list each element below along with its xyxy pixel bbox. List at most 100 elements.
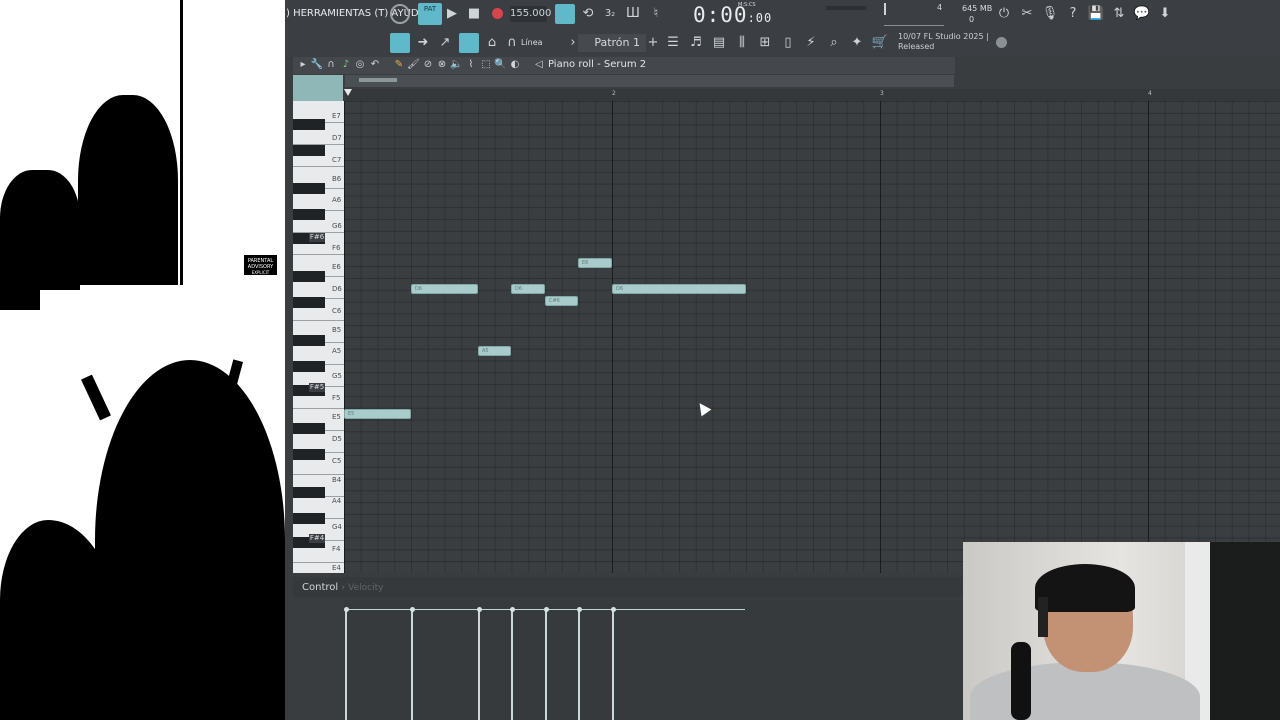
playhead-marker[interactable] bbox=[344, 89, 352, 96]
note-e5[interactable]: E5 bbox=[344, 409, 411, 419]
globe-icon[interactable] bbox=[996, 37, 1007, 48]
stamp-icon[interactable]: ⌂ bbox=[483, 34, 501, 52]
brush-icon[interactable]: 🖌 bbox=[407, 58, 420, 72]
loop-record-icon[interactable]: ⟲ bbox=[579, 5, 597, 23]
black-key[interactable] bbox=[293, 209, 325, 220]
velocity-bar[interactable] bbox=[511, 609, 513, 720]
black-key[interactable] bbox=[293, 423, 325, 434]
cut-icon[interactable]: ✂ bbox=[1018, 5, 1036, 23]
snap-select[interactable]: Línea bbox=[521, 38, 543, 47]
cart-icon[interactable]: 🛒 bbox=[871, 34, 889, 52]
black-key[interactable] bbox=[293, 449, 325, 460]
speaker-icon[interactable]: ◁ bbox=[533, 58, 545, 72]
velocity-bar[interactable] bbox=[545, 609, 547, 720]
view-playlist-icon[interactable] bbox=[390, 33, 410, 53]
note-d6-2[interactable]: D6 bbox=[511, 284, 545, 294]
mute-icon[interactable]: ⊗ bbox=[436, 58, 448, 72]
note-e6[interactable]: E6 bbox=[578, 258, 612, 268]
note-a5[interactable]: A5 bbox=[478, 346, 511, 356]
velocity-handle[interactable] bbox=[510, 607, 515, 612]
album-art: PARENTAL ADVISORY EXPLICIT CONTENT bbox=[0, 0, 285, 720]
target-icon[interactable]: ◎ bbox=[354, 58, 366, 72]
pattern-selector[interactable]: Patrón 1 bbox=[578, 34, 646, 52]
help-icon[interactable]: ? bbox=[1064, 5, 1082, 23]
news-panel[interactable]: 10/07 FL Studio 2025 | Released bbox=[898, 32, 989, 52]
power-icon[interactable]: ⏻ bbox=[995, 5, 1013, 23]
scroll-thumb[interactable] bbox=[359, 78, 397, 82]
typing-keyboard-icon[interactable] bbox=[555, 4, 575, 24]
velocity-handle[interactable] bbox=[344, 607, 349, 612]
mixer-icon[interactable]: ⫼ bbox=[733, 34, 751, 52]
velocity-handle[interactable] bbox=[611, 607, 616, 612]
microphone-icon[interactable]: 🎙 bbox=[1041, 5, 1059, 23]
slide-icon[interactable]: ↗ bbox=[436, 34, 454, 52]
velocity-bar[interactable] bbox=[411, 609, 413, 720]
link-icon[interactable] bbox=[459, 33, 479, 53]
plugin-icon[interactable]: ⚡ bbox=[802, 34, 820, 52]
mute-speaker-icon[interactable]: 🔈 bbox=[450, 58, 462, 72]
playback-icon[interactable]: ◐ bbox=[509, 58, 521, 72]
velocity-panel[interactable] bbox=[344, 600, 963, 720]
magnet-small-icon[interactable]: ∩ bbox=[325, 58, 337, 72]
arrow-icon[interactable]: ➜ bbox=[414, 34, 432, 52]
wrench-icon[interactable]: 🔧 bbox=[310, 58, 324, 72]
chat-icon[interactable]: 💬 bbox=[1133, 5, 1151, 23]
select-icon[interactable]: ⬚ bbox=[480, 58, 492, 72]
menu-arrow-icon[interactable]: ▸ bbox=[298, 58, 308, 72]
black-key[interactable] bbox=[293, 513, 325, 524]
velocity-bar[interactable] bbox=[345, 609, 347, 720]
step-edit-icon[interactable]: 3₂ bbox=[601, 5, 619, 23]
black-key[interactable] bbox=[293, 183, 325, 194]
black-key[interactable] bbox=[293, 297, 325, 308]
velocity-bar[interactable] bbox=[578, 609, 580, 720]
piano-roll-icon[interactable]: ♬ bbox=[687, 34, 705, 52]
record-icon[interactable] bbox=[492, 8, 503, 19]
note-grid[interactable]: E5 D6 A5 D6 C#6 E6 D6 bbox=[344, 101, 1280, 573]
tempo-display[interactable]: 155.000 bbox=[510, 6, 551, 22]
piano-roll-title[interactable]: Piano roll - Serum 2 bbox=[548, 59, 646, 70]
note-csharp6[interactable]: C#6 bbox=[545, 296, 578, 306]
black-key[interactable] bbox=[293, 361, 325, 372]
undo-icon[interactable]: ↶ bbox=[369, 58, 381, 72]
note-d6-1[interactable]: D6 bbox=[411, 284, 478, 294]
velocity-handle[interactable] bbox=[410, 607, 415, 612]
velocity-handle[interactable] bbox=[477, 607, 482, 612]
play-icon[interactable]: ▶ bbox=[444, 5, 460, 23]
pencil-icon[interactable]: ✎ bbox=[393, 58, 405, 72]
add-pattern-icon[interactable]: + bbox=[647, 34, 659, 52]
project-icon[interactable]: ▯ bbox=[779, 34, 797, 52]
download-icon[interactable]: ⬇ bbox=[1156, 5, 1174, 23]
black-key[interactable] bbox=[293, 271, 325, 282]
stop-icon[interactable]: ■ bbox=[466, 5, 482, 23]
velocity-bar[interactable] bbox=[478, 609, 480, 720]
velocity-handle[interactable] bbox=[544, 607, 549, 612]
velocity-handle[interactable] bbox=[577, 607, 582, 612]
control-label[interactable]: Control › Velocity bbox=[302, 582, 383, 593]
slice-icon[interactable]: ⌇ bbox=[465, 58, 477, 72]
pattern-arrow-icon[interactable]: › bbox=[568, 34, 578, 52]
zoom-icon[interactable]: 🔍 bbox=[494, 58, 506, 72]
save-icon[interactable]: 💾 bbox=[1087, 5, 1105, 23]
velocity-bar[interactable] bbox=[612, 609, 614, 720]
song-time-display[interactable]: 0:00:00 bbox=[693, 3, 772, 27]
black-key[interactable] bbox=[293, 119, 325, 130]
black-key[interactable] bbox=[293, 335, 325, 346]
snap-window-icon[interactable]: ⇅ bbox=[1110, 5, 1128, 23]
delete-icon[interactable]: ⊘ bbox=[422, 58, 434, 72]
black-key[interactable] bbox=[293, 145, 325, 156]
wait-input-icon[interactable]: ♮ bbox=[647, 5, 665, 23]
note-icon[interactable]: ♪ bbox=[340, 58, 352, 72]
magnet-icon[interactable]: ∩ bbox=[505, 34, 519, 52]
note-d6-3[interactable]: D6 bbox=[612, 284, 746, 294]
black-key[interactable] bbox=[293, 487, 325, 498]
channel-rack-icon[interactable]: ▤ bbox=[710, 34, 728, 52]
pattern-song-toggle[interactable]: PAT bbox=[418, 3, 442, 25]
horizontal-scrollbar[interactable] bbox=[345, 75, 954, 87]
playlist-icon[interactable]: ☰ bbox=[664, 34, 682, 52]
metronome-icon[interactable] bbox=[390, 4, 410, 24]
master-pitch-slider[interactable] bbox=[826, 6, 866, 10]
browser-icon[interactable]: ⊞ bbox=[756, 34, 774, 52]
shop-icon[interactable]: ✦ bbox=[848, 34, 866, 52]
tempo-tap-icon[interactable]: ⌕ bbox=[825, 34, 843, 52]
blend-notes-icon[interactable]: Ш bbox=[624, 5, 642, 23]
